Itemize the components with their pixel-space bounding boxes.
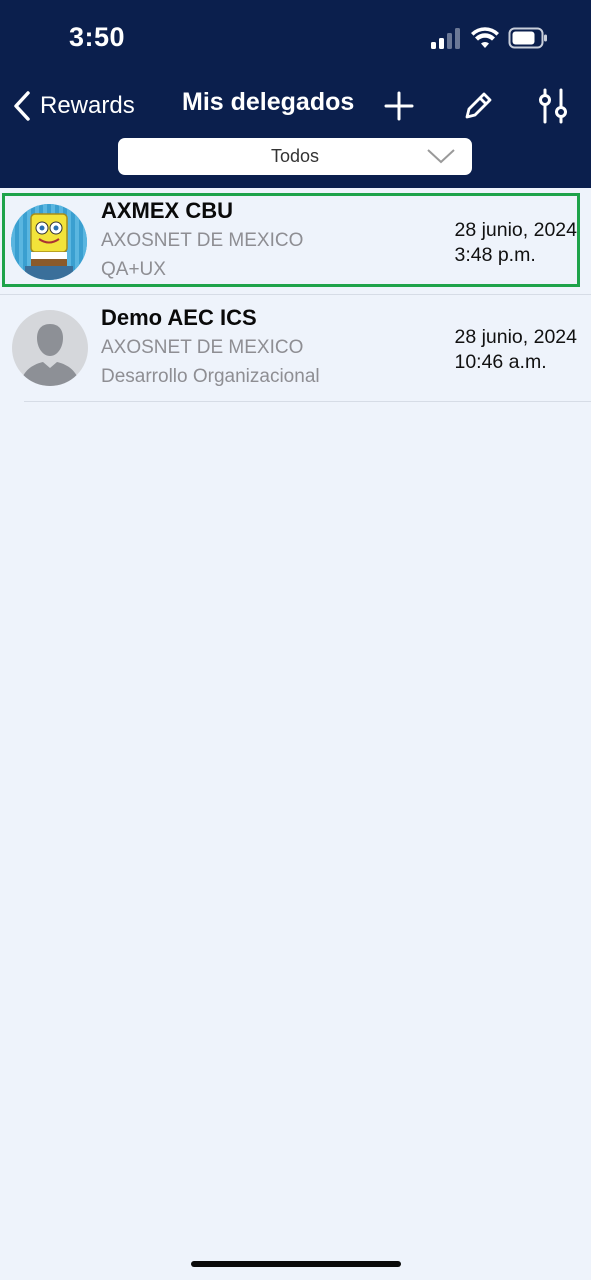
chevron-left-icon bbox=[14, 91, 30, 121]
delegate-time: 3:48 p.m. bbox=[454, 244, 536, 266]
filter-settings-button[interactable] bbox=[533, 86, 573, 126]
edit-button[interactable] bbox=[458, 86, 498, 126]
avatar bbox=[12, 310, 88, 386]
chevron-down-icon bbox=[427, 149, 455, 164]
add-button[interactable] bbox=[379, 86, 419, 126]
delegate-date: 28 junio, 2024 bbox=[454, 326, 577, 348]
person-placeholder-icon bbox=[12, 310, 88, 386]
page-title: Mis delegados bbox=[182, 88, 355, 116]
cartoon-avatar-icon bbox=[11, 204, 87, 280]
delegate-datetime: 28 junio, 2024 3:48 p.m. bbox=[454, 218, 577, 268]
filter-selected-value: Todos bbox=[270, 146, 320, 166]
wifi-icon bbox=[471, 27, 499, 48]
pencil-icon bbox=[465, 92, 492, 119]
app-header: 3:50 Rewards Mis delegados Todos bbox=[0, 0, 591, 188]
status-time: 3:50 bbox=[69, 22, 126, 52]
delegate-date: 28 junio, 2024 bbox=[454, 219, 577, 241]
delegate-company: AXOSNET DE MEXICO bbox=[101, 337, 304, 358]
home-indicator[interactable] bbox=[191, 1261, 401, 1267]
back-label: Rewards bbox=[40, 92, 135, 119]
delegate-row[interactable]: Demo AEC ICS AXOSNET DE MEXICO Desarroll… bbox=[12, 295, 591, 402]
delegate-time: 10:46 a.m. bbox=[454, 351, 547, 373]
delegate-company: AXOSNET DE MEXICO bbox=[101, 230, 304, 251]
delegate-department: QA+UX bbox=[101, 259, 166, 280]
sliders-icon bbox=[539, 88, 567, 124]
signal-icon bbox=[431, 28, 460, 49]
back-button[interactable]: Rewards bbox=[12, 86, 135, 126]
battery-icon bbox=[508, 27, 547, 49]
plus-icon bbox=[384, 91, 414, 121]
avatar bbox=[11, 204, 87, 280]
delegate-name: Demo AEC ICS bbox=[101, 305, 257, 330]
delegate-department: Desarrollo Organizacional bbox=[101, 366, 320, 387]
delegate-list: AXMEX CBU AXOSNET DE MEXICO QA+UX 28 jun… bbox=[0, 188, 591, 402]
delegate-name: AXMEX CBU bbox=[101, 198, 234, 223]
filter-dropdown[interactable]: Todos bbox=[118, 138, 472, 175]
delegate-datetime: 28 junio, 2024 10:46 a.m. bbox=[454, 325, 577, 375]
delegate-row[interactable]: AXMEX CBU AXOSNET DE MEXICO QA+UX 28 jun… bbox=[0, 188, 591, 295]
status-icons bbox=[431, 26, 551, 54]
